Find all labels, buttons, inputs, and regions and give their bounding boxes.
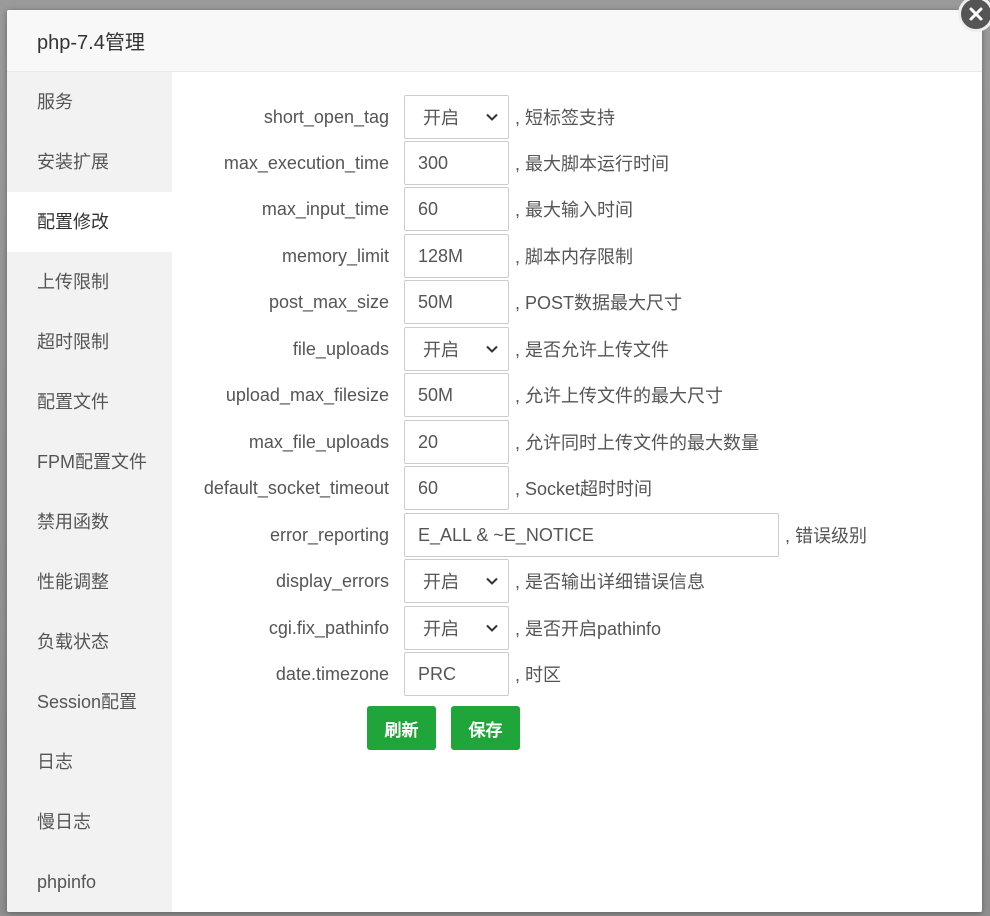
- field-description: , 最大输入时间: [515, 200, 634, 220]
- field-label: max_input_time: [261, 198, 389, 219]
- sidebar-item-service[interactable]: 服务: [7, 72, 172, 132]
- php-manager-dialog: php-7.4管理 服务 安装扩展 配置修改 上传限制 超时限制 配置文件 FP…: [7, 10, 982, 912]
- chevron-down-icon: [486, 113, 498, 121]
- field-description: , 是否开启pathinfo: [515, 619, 662, 639]
- sidebar-item-fpm-config-file[interactable]: FPM配置文件: [7, 432, 172, 492]
- max-execution-time-input[interactable]: 300: [404, 141, 509, 185]
- field-label: default_socket_timeout: [203, 477, 389, 498]
- refresh-button[interactable]: 刷新: [367, 706, 436, 750]
- form-row: date.timezone PRC , 时区: [172, 652, 561, 696]
- close-button[interactable]: [958, 0, 990, 32]
- upload-max-filesize-input[interactable]: 50M: [404, 373, 509, 417]
- field-description: , 是否允许上传文件: [515, 340, 670, 360]
- select-value: 开启: [423, 340, 459, 360]
- form-row: display_errors 开启 , 是否输出详细错误信息: [172, 559, 705, 603]
- sidebar-item-upload-limit[interactable]: 上传限制: [7, 252, 172, 312]
- file-uploads-select[interactable]: 开启: [404, 327, 509, 371]
- field-label: date.timezone: [275, 663, 389, 684]
- sidebar-item-config-edit[interactable]: 配置修改: [7, 192, 172, 252]
- field-label: max_file_uploads: [248, 431, 389, 452]
- field-label: max_execution_time: [223, 152, 389, 173]
- dialog-header: php-7.4管理: [7, 10, 982, 72]
- config-form: short_open_tag 开启 , 短标签支持 max_execution_…: [172, 72, 982, 912]
- chevron-down-icon: [486, 577, 498, 585]
- short-open-tag-select[interactable]: 开启: [404, 95, 509, 139]
- form-row: file_uploads 开启 , 是否允许上传文件: [172, 327, 669, 371]
- form-row: max_execution_time 300 , 最大脚本运行时间: [172, 141, 669, 185]
- field-description: , 错误级别: [785, 526, 868, 546]
- display-errors-select[interactable]: 开启: [404, 559, 509, 603]
- close-icon: [969, 7, 983, 21]
- select-value: 开启: [423, 572, 459, 592]
- max-input-time-input[interactable]: 60: [404, 187, 509, 231]
- field-description: , 最大脚本运行时间: [515, 154, 670, 174]
- sidebar-item-log[interactable]: 日志: [7, 732, 172, 792]
- field-label: post_max_size: [268, 291, 389, 312]
- sidebar-item-slow-log[interactable]: 慢日志: [7, 792, 172, 852]
- form-row: memory_limit 128M , 脚本内存限制: [172, 234, 633, 278]
- field-label: short_open_tag: [263, 106, 389, 127]
- sidebar-item-install-extensions[interactable]: 安装扩展: [7, 132, 172, 192]
- field-description: , 是否输出详细错误信息: [515, 572, 706, 592]
- sidebar-item-timeout-limit[interactable]: 超时限制: [7, 312, 172, 372]
- sidebar-item-phpinfo[interactable]: phpinfo: [7, 852, 172, 912]
- date-timezone-input[interactable]: PRC: [404, 652, 509, 696]
- field-description: , 允许同时上传文件的最大数量: [515, 433, 760, 453]
- cgi-fix-pathinfo-select[interactable]: 开启: [404, 606, 509, 650]
- dialog-title: php-7.4管理: [37, 32, 145, 54]
- sidebar: 服务 安装扩展 配置修改 上传限制 超时限制 配置文件 FPM配置文件 禁用函数…: [7, 72, 172, 912]
- chevron-down-icon: [486, 624, 498, 632]
- form-row: cgi.fix_pathinfo 开启 , 是否开启pathinfo: [172, 606, 661, 650]
- field-description: , POST数据最大尺寸: [515, 293, 683, 313]
- sidebar-item-disabled-functions[interactable]: 禁用函数: [7, 492, 172, 552]
- field-label: cgi.fix_pathinfo: [268, 617, 389, 638]
- max-file-uploads-input[interactable]: 20: [404, 420, 509, 464]
- field-label: display_errors: [275, 570, 389, 591]
- form-row: error_reporting E_ALL & ~E_NOTICE , 错误级别: [172, 513, 867, 557]
- field-description: , 脚本内存限制: [515, 247, 634, 267]
- post-max-size-input[interactable]: 50M: [404, 280, 509, 324]
- memory-limit-input[interactable]: 128M: [404, 234, 509, 278]
- default-socket-timeout-input[interactable]: 60: [404, 466, 509, 510]
- field-label: memory_limit: [281, 245, 389, 266]
- form-row: default_socket_timeout 60 , Socket超时时间: [172, 466, 652, 510]
- field-description: , 时区: [515, 665, 562, 685]
- field-description: , Socket超时时间: [515, 479, 653, 499]
- sidebar-item-performance-tuning[interactable]: 性能调整: [7, 552, 172, 612]
- sidebar-item-config-file[interactable]: 配置文件: [7, 372, 172, 432]
- sidebar-item-load-status[interactable]: 负载状态: [7, 612, 172, 672]
- field-label: error_reporting: [269, 524, 389, 545]
- form-row: short_open_tag 开启 , 短标签支持: [172, 95, 615, 139]
- field-description: , 允许上传文件的最大尺寸: [515, 386, 724, 406]
- select-value: 开启: [423, 619, 459, 639]
- field-label: file_uploads: [292, 338, 389, 359]
- form-row: post_max_size 50M , POST数据最大尺寸: [172, 280, 682, 324]
- error-reporting-input[interactable]: E_ALL & ~E_NOTICE: [404, 513, 779, 557]
- select-value: 开启: [423, 108, 459, 128]
- save-button[interactable]: 保存: [451, 706, 520, 750]
- field-label: upload_max_filesize: [225, 384, 389, 405]
- chevron-down-icon: [486, 345, 498, 353]
- field-description: , 短标签支持: [515, 108, 616, 128]
- form-row: max_file_uploads 20 , 允许同时上传文件的最大数量: [172, 420, 759, 464]
- form-row: max_input_time 60 , 最大输入时间: [172, 187, 633, 231]
- sidebar-item-session-config[interactable]: Session配置: [7, 672, 172, 732]
- form-row: upload_max_filesize 50M , 允许上传文件的最大尺寸: [172, 373, 723, 417]
